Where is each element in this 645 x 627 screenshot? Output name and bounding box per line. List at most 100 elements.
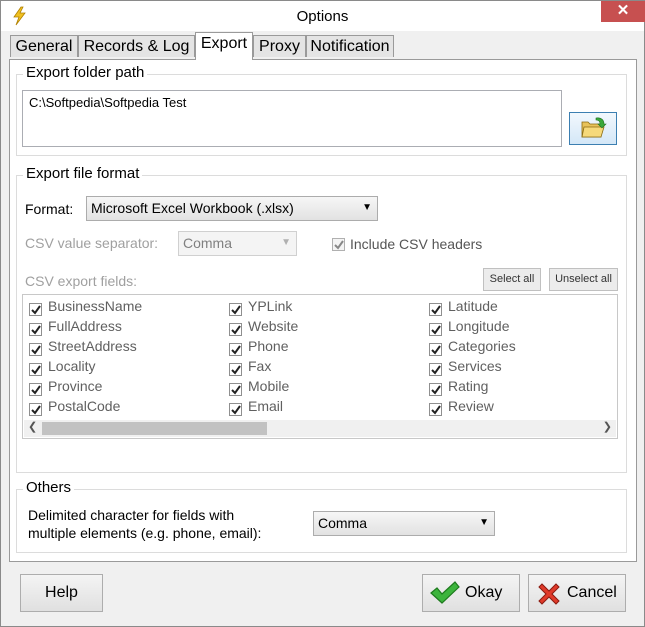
tab-notification[interactable]: Notification bbox=[306, 35, 394, 57]
csv-field-item[interactable]: Categories bbox=[429, 338, 516, 356]
close-button[interactable]: ✕ bbox=[601, 1, 645, 22]
csv-field-item[interactable]: StreetAddress bbox=[29, 338, 137, 356]
csv-field-item[interactable]: Email bbox=[229, 398, 283, 416]
csv-field-label: Email bbox=[248, 398, 284, 414]
csv-field-label: Phone bbox=[248, 338, 289, 354]
delimiter-select[interactable]: Comma ▼ bbox=[313, 511, 495, 536]
okay-button[interactable]: Okay bbox=[422, 574, 520, 612]
checkmark-icon bbox=[31, 325, 41, 335]
csv-field-item[interactable]: Website bbox=[229, 318, 298, 336]
okay-button-label: Okay bbox=[465, 584, 503, 601]
export-folder-group-title: Export folder path bbox=[23, 64, 148, 81]
checkmark-icon bbox=[431, 385, 441, 395]
format-select[interactable]: Microsoft Excel Workbook (.xlsx) ▼ bbox=[86, 196, 378, 221]
csv-field-checkbox[interactable] bbox=[229, 382, 242, 396]
checkmark-icon bbox=[31, 405, 41, 415]
csv-field-item[interactable]: Locality bbox=[29, 358, 95, 376]
unselect-all-button[interactable]: Unselect all bbox=[549, 268, 618, 291]
csv-field-checkbox[interactable] bbox=[229, 362, 242, 376]
csv-field-item[interactable]: Latitude bbox=[429, 298, 498, 316]
title-bar: Options ✕ bbox=[1, 1, 645, 31]
checkmark-icon bbox=[334, 240, 344, 250]
csv-field-item[interactable]: YPLink bbox=[229, 298, 292, 316]
checkmark-icon bbox=[231, 385, 241, 395]
csv-separator-label: CSV value separator: bbox=[25, 235, 159, 251]
csv-field-checkbox[interactable] bbox=[29, 402, 42, 416]
checkmark-icon bbox=[431, 365, 441, 375]
csv-field-checkbox[interactable] bbox=[29, 322, 42, 336]
csv-field-item[interactable]: Review bbox=[429, 398, 494, 416]
csv-field-item[interactable]: Longitude bbox=[429, 318, 510, 336]
csv-field-label: Longitude bbox=[448, 318, 510, 334]
csv-field-item[interactable]: Mobile bbox=[229, 378, 289, 396]
chevron-down-icon: ▼ bbox=[281, 237, 291, 248]
select-all-button[interactable]: Select all bbox=[483, 268, 541, 291]
csv-field-item[interactable]: BusinessName bbox=[29, 298, 142, 316]
csv-field-checkbox[interactable] bbox=[29, 342, 42, 356]
cancel-button-label: Cancel bbox=[567, 584, 617, 601]
csv-separator-value: Comma bbox=[183, 235, 233, 251]
checkmark-icon bbox=[31, 365, 41, 375]
csv-field-checkbox[interactable] bbox=[229, 322, 242, 336]
csv-field-checkbox[interactable] bbox=[229, 342, 242, 356]
csv-field-item[interactable]: Province bbox=[29, 378, 102, 396]
checkmark-icon bbox=[231, 325, 241, 335]
csv-field-item[interactable]: Rating bbox=[429, 378, 488, 396]
checkmark-icon bbox=[431, 345, 441, 355]
csv-field-label: Latitude bbox=[448, 298, 498, 314]
tab-proxy[interactable]: Proxy bbox=[253, 35, 306, 57]
csv-field-label: Services bbox=[448, 358, 502, 374]
csv-field-checkbox[interactable] bbox=[429, 342, 442, 356]
csv-field-checkbox[interactable] bbox=[429, 302, 442, 316]
csv-field-item[interactable]: Phone bbox=[229, 338, 288, 356]
tab-general[interactable]: General bbox=[10, 35, 78, 57]
chevron-left-icon[interactable]: ❮ bbox=[28, 420, 37, 433]
include-csv-headers-checkbox[interactable] bbox=[332, 238, 345, 251]
include-csv-headers-label: Include CSV headers bbox=[350, 236, 483, 252]
csv-field-label: Fax bbox=[248, 358, 272, 374]
csv-field-item[interactable]: FullAddress bbox=[29, 318, 122, 336]
export-format-group-title: Export file format bbox=[23, 165, 143, 182]
csv-field-label: Review bbox=[448, 398, 494, 414]
csv-field-label: Categories bbox=[448, 338, 516, 354]
csv-field-checkbox[interactable] bbox=[229, 402, 242, 416]
help-button[interactable]: Help bbox=[20, 574, 103, 612]
csv-field-checkbox[interactable] bbox=[429, 402, 442, 416]
browse-folder-button[interactable] bbox=[569, 112, 617, 145]
export-folder-path-field[interactable]: C:\Softpedia\Softpedia Test bbox=[22, 90, 562, 147]
checkmark-icon bbox=[231, 345, 241, 355]
csv-field-checkbox[interactable] bbox=[429, 322, 442, 336]
csv-field-label: PostalCode bbox=[48, 398, 121, 414]
scrollbar-thumb[interactable] bbox=[42, 422, 267, 435]
tab-export[interactable]: Export bbox=[195, 32, 253, 60]
cancel-button[interactable]: Cancel bbox=[528, 574, 626, 612]
csv-field-label: Mobile bbox=[248, 378, 290, 394]
checkmark-icon bbox=[31, 305, 41, 315]
csv-field-checkbox[interactable] bbox=[29, 362, 42, 376]
csv-separator-select[interactable]: Comma ▼ bbox=[178, 231, 297, 256]
delimiter-select-value: Comma bbox=[318, 515, 368, 531]
chevron-right-icon[interactable]: ❯ bbox=[603, 420, 612, 433]
options-window: Options ✕ General Records & Log Export P… bbox=[0, 0, 645, 627]
chevron-down-icon: ▼ bbox=[362, 202, 372, 213]
csv-field-label: YPLink bbox=[248, 298, 293, 314]
csv-field-item[interactable]: PostalCode bbox=[29, 398, 120, 416]
csv-field-checkbox[interactable] bbox=[229, 302, 242, 316]
tab-records-log[interactable]: Records & Log bbox=[78, 35, 195, 57]
checkmark-icon bbox=[431, 325, 441, 335]
csv-field-checkbox[interactable] bbox=[29, 302, 42, 316]
csv-field-label: Website bbox=[248, 318, 299, 334]
csv-field-item[interactable]: Fax bbox=[229, 358, 271, 376]
csv-field-checkbox[interactable] bbox=[429, 362, 442, 376]
csv-field-item[interactable]: Services bbox=[429, 358, 502, 376]
tab-strip: General Records & Log Export Proxy Notif… bbox=[1, 31, 644, 61]
help-button-label: Help bbox=[45, 584, 78, 601]
csv-field-checkbox[interactable] bbox=[29, 382, 42, 396]
horizontal-scrollbar[interactable]: ❮ ❯ bbox=[24, 420, 616, 437]
csv-field-label: Rating bbox=[448, 378, 489, 394]
csv-field-checkbox[interactable] bbox=[429, 382, 442, 396]
chevron-down-icon: ▼ bbox=[479, 517, 489, 528]
csv-field-label: BusinessName bbox=[48, 298, 143, 314]
csv-field-label: FullAddress bbox=[48, 318, 122, 334]
csv-export-fields-label: CSV export fields: bbox=[25, 273, 138, 289]
